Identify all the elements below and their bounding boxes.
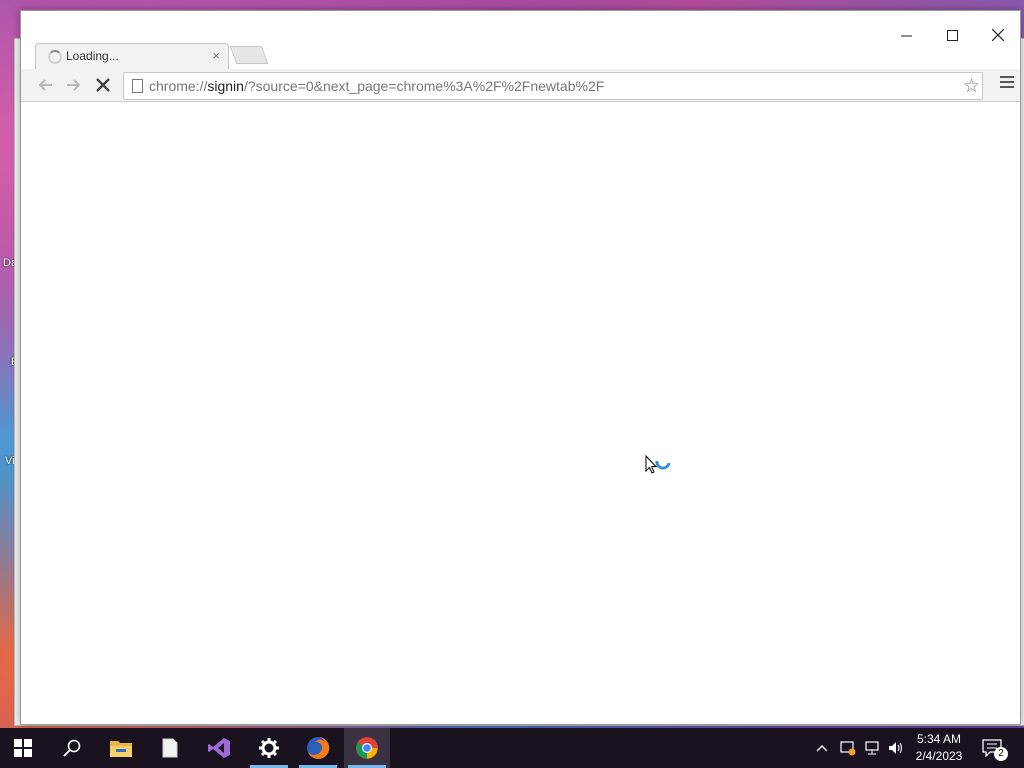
forward-button[interactable] (62, 73, 86, 97)
page-content[interactable] (27, 102, 1012, 718)
taskbar-clock[interactable]: 5:34 AM 2/4/2023 (908, 731, 970, 765)
arrow-left-icon (38, 79, 52, 91)
gear-icon (259, 738, 279, 758)
clock-time: 5:34 AM (916, 732, 962, 746)
visual-studio-button[interactable] (196, 728, 242, 768)
system-tray (816, 728, 904, 768)
settings-button[interactable] (246, 728, 292, 768)
bookmark-star-icon[interactable]: ☆ (963, 75, 980, 98)
arrow-right-icon (67, 79, 81, 91)
new-tab-button[interactable] (229, 46, 269, 64)
chrome-taskbar-button[interactable] (344, 728, 390, 768)
stop-button[interactable] (91, 73, 115, 97)
tab-loading[interactable]: Loading... × (35, 43, 229, 70)
title-bar[interactable]: Loading... × (21, 11, 1021, 70)
maximize-button[interactable] (929, 21, 975, 49)
firefox-icon (307, 736, 330, 759)
search-icon (63, 739, 81, 757)
chrome-window: Loading... × chrome://signin/?source=0&n… (20, 10, 1021, 725)
stop-x-icon (96, 78, 110, 92)
network-icon[interactable] (864, 740, 880, 756)
start-button[interactable] (0, 728, 46, 768)
taskbar: 5:34 AM 2/4/2023 2 (0, 728, 1024, 768)
url-path: /?source=0&next_page=chrome%3A%2F%2Fnewt… (243, 78, 605, 94)
folder-icon (110, 741, 132, 757)
close-icon (992, 29, 1004, 41)
notifications-button[interactable]: 2 (980, 736, 1008, 761)
page-icon (132, 79, 143, 93)
document-button[interactable] (147, 728, 193, 768)
minimize-icon (900, 35, 912, 36)
chevron-up-icon[interactable] (816, 743, 828, 753)
url-host: signin (207, 78, 244, 94)
maximize-icon (946, 29, 958, 41)
tab-close-icon[interactable]: × (212, 48, 220, 63)
back-button[interactable] (33, 73, 57, 97)
busy-cursor-icon (645, 455, 671, 474)
loading-spinner-icon (48, 50, 62, 64)
action-center-warning-icon[interactable] (840, 740, 856, 756)
close-button[interactable] (975, 21, 1021, 49)
url-scheme: chrome:// (149, 78, 208, 94)
menu-bar-icon (1000, 81, 1014, 83)
clock-date: 2/4/2023 (915, 749, 963, 763)
search-button[interactable] (49, 728, 95, 768)
address-bar[interactable]: chrome://signin/?source=0&next_page=chro… (123, 72, 983, 100)
browser-toolbar: chrome://signin/?source=0&next_page=chro… (21, 69, 1020, 102)
notification-count-badge: 2 (994, 747, 1008, 761)
windows-logo-icon (14, 739, 32, 757)
file-explorer-button[interactable] (98, 728, 144, 768)
address-url[interactable]: chrome://signin/?source=0&next_page=chro… (149, 78, 604, 94)
visual-studio-icon (208, 738, 230, 758)
volume-icon[interactable] (888, 740, 904, 756)
menu-bar-icon (1000, 76, 1014, 78)
minimize-button[interactable] (883, 21, 929, 49)
firefox-button[interactable] (295, 728, 341, 768)
chrome-icon (356, 737, 378, 759)
chrome-menu-button[interactable] (1000, 76, 1014, 91)
tab-title: Loading... (66, 49, 119, 63)
menu-bar-icon (1000, 86, 1014, 88)
document-icon (162, 738, 178, 758)
